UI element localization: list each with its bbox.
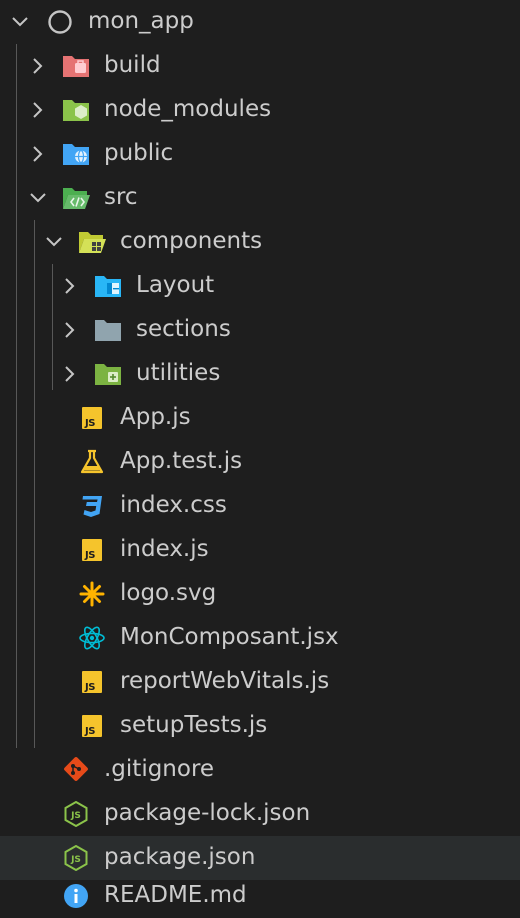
tree-item-layout[interactable]: Layout <box>0 264 520 308</box>
chevron-right-icon <box>33 146 43 162</box>
tree-item-label: index.css <box>120 492 227 518</box>
tree-item-label: package-lock.json <box>104 800 311 826</box>
chevron-down-icon <box>12 17 28 27</box>
tree-item-mon-app[interactable]: mon_app <box>0 0 520 44</box>
chevron-right-icon <box>33 102 43 118</box>
react-icon <box>79 626 105 650</box>
tree-item-label: README.md <box>104 882 247 908</box>
folder-build-icon <box>63 56 89 77</box>
tree-item-label: components <box>120 228 263 254</box>
folder-utilities-icon <box>95 364 121 385</box>
tree-item-label: setupTests.js <box>120 712 268 738</box>
tree-item-node-modules[interactable]: node_modules <box>0 88 520 132</box>
tree-item-label: build <box>104 52 161 78</box>
folder-components-open-icon <box>79 232 106 253</box>
tree-item-package-lock-json[interactable]: JS package-lock.json <box>0 792 520 836</box>
svg-asterisk-icon <box>79 581 105 607</box>
tree-item-label: node_modules <box>104 96 272 122</box>
folder-public-icon <box>63 144 89 165</box>
javascript-icon: JS <box>78 713 106 739</box>
git-icon <box>64 757 88 781</box>
javascript-icon: JS <box>78 405 106 431</box>
folder-icon <box>95 320 121 341</box>
tree-item-label: Layout <box>136 272 215 298</box>
chevron-right-icon <box>33 58 43 74</box>
tree-item-label: MonComposant.jsx <box>120 624 339 650</box>
tree-item-src[interactable]: src <box>0 176 520 220</box>
javascript-icon: JS <box>78 669 106 695</box>
tree-item-utilities[interactable]: utilities <box>0 352 520 396</box>
tree-item-label: utilities <box>136 360 221 386</box>
tree-item-reportwebvitals-js[interactable]: JS reportWebVitals.js <box>0 660 520 704</box>
svg-text:JS: JS <box>70 811 81 821</box>
nodejs-icon: JS <box>64 845 88 871</box>
folder-node-icon <box>63 100 89 121</box>
file-explorer-tree: mon_app build node_modules public src co… <box>0 0 520 918</box>
tree-item-label: src <box>104 184 138 210</box>
tree-item-sections[interactable]: sections <box>0 308 520 352</box>
folder-layout-icon <box>95 276 121 297</box>
tree-item-index-js[interactable]: JS index.js <box>0 528 520 572</box>
info-icon <box>64 884 88 908</box>
tree-item-public[interactable]: public <box>0 132 520 176</box>
chevron-right-icon <box>65 278 75 294</box>
tree-item-components[interactable]: components <box>0 220 520 264</box>
tree-item-setuptests-js[interactable]: JS setupTests.js <box>0 704 520 748</box>
tree-item-gitignore[interactable]: .gitignore <box>0 748 520 792</box>
tree-item-app-test-js[interactable]: App.test.js <box>0 440 520 484</box>
tree-item-label: .gitignore <box>104 756 215 782</box>
tree-item-app-js[interactable]: JS App.js <box>0 396 520 440</box>
chevron-down-icon <box>46 237 62 247</box>
tree-item-label: App.js <box>120 404 191 430</box>
tree-item-logo-svg[interactable]: logo.svg <box>0 572 520 616</box>
test-flask-icon <box>80 449 104 474</box>
circle-icon <box>48 10 72 34</box>
css-icon <box>82 496 102 517</box>
chevron-right-icon <box>65 322 75 338</box>
tree-item-label: mon_app <box>88 8 194 34</box>
nodejs-icon: JS <box>64 801 88 827</box>
chevron-down-icon <box>30 193 46 203</box>
tree-item-label: index.js <box>120 536 209 562</box>
tree-item-label: reportWebVitals.js <box>120 668 330 694</box>
tree-item-build[interactable]: build <box>0 44 520 88</box>
tree-item-label: logo.svg <box>120 580 217 606</box>
chevron-right-icon <box>65 366 75 382</box>
tree-item-index-css[interactable]: index.css <box>0 484 520 528</box>
tree-item-label: sections <box>136 316 231 342</box>
tree-item-readme-md[interactable]: README.md <box>0 874 520 918</box>
tree-item-moncomposant-jsx[interactable]: MonComposant.jsx <box>0 616 520 660</box>
svg-text:JS: JS <box>70 855 81 865</box>
tree-item-label: public <box>104 140 174 166</box>
javascript-icon: JS <box>78 537 106 563</box>
folder-src-open-icon <box>63 188 90 209</box>
tree-item-label: App.test.js <box>120 448 243 474</box>
